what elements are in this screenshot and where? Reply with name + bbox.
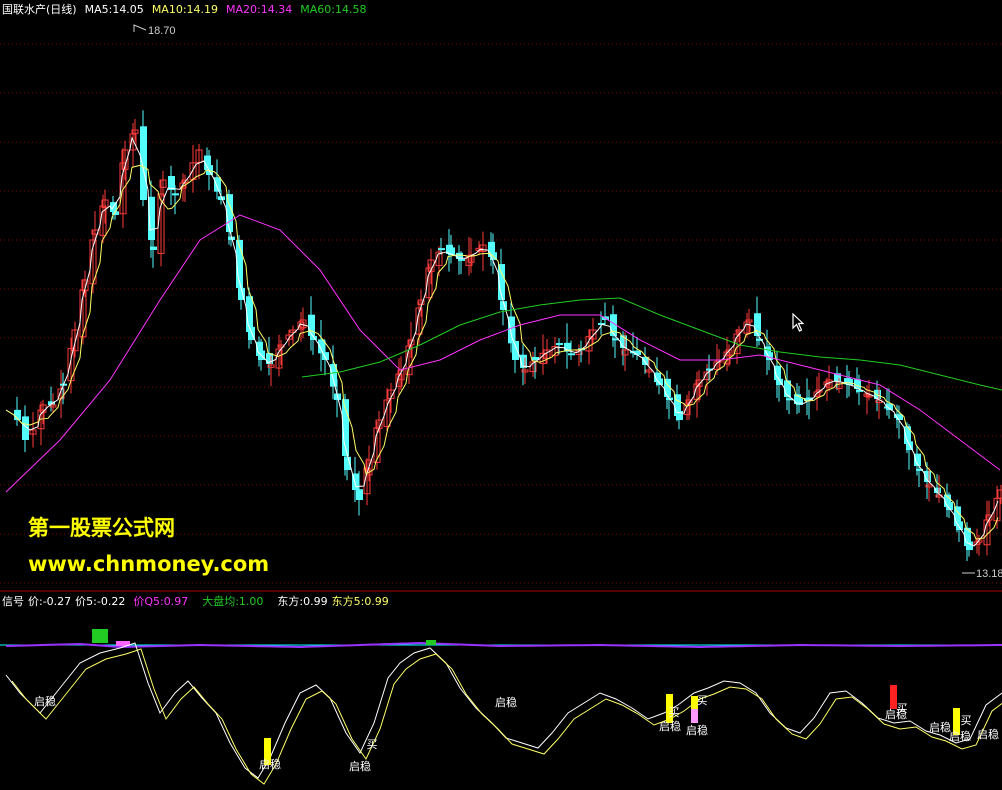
- candle-down: [140, 126, 147, 200]
- ma20-line: [5, 214, 1001, 493]
- signal-label: 启稳: [259, 757, 281, 771]
- candle-down: [512, 341, 519, 360]
- signal-label: 启稳: [929, 720, 951, 734]
- signal-label: 买: [367, 738, 378, 751]
- signal-label: 启稳: [686, 723, 708, 737]
- candlestick-chart[interactable]: 18.70 13.18: [0, 0, 1002, 592]
- ma20-value: MA20:14.34: [226, 3, 293, 16]
- signal-bar-pink: [691, 709, 698, 723]
- high-price-label: 18.70: [148, 25, 176, 37]
- signal-block-green: [426, 640, 436, 645]
- ma5-value: MA5:14.05: [84, 3, 144, 16]
- indicator-header: 信号 价:-0.27 价5:-0.22 价Q5:0.97 大盘均:1.00 东方:0.99…: [2, 595, 397, 609]
- candle-down: [214, 177, 221, 192]
- signal-label: 启稳: [349, 759, 371, 773]
- signal-label: 买: [669, 706, 680, 719]
- indicator-chart[interactable]: 启稳启稳 启稳买启稳启稳买启稳买启稳买启稳启稳买启稳: [0, 593, 1002, 790]
- price-value: 价:-0.27: [28, 595, 72, 608]
- candle-down: [656, 378, 663, 385]
- signal-label: 信号: [2, 595, 24, 608]
- candles-group: [14, 110, 1002, 561]
- candle-down: [458, 258, 465, 261]
- candle-down: [172, 193, 179, 196]
- high-marker: [133, 24, 147, 32]
- candle-down: [308, 314, 315, 336]
- candle-down: [568, 353, 575, 356]
- candle-down: [356, 489, 363, 500]
- main-chart-header: 国联水产(日线) MA5:14.05 MA10:14.19 MA20:14.34 MA6…: [2, 3, 374, 17]
- price-chart-panel[interactable]: 18.70 13.18: [0, 0, 1002, 592]
- priceq5-value: 价Q5:0.97: [133, 595, 189, 608]
- signal-label: 启稳: [34, 694, 56, 708]
- mouse-pointer-icon: [792, 313, 806, 333]
- stock-title: 国联水产(日线): [2, 3, 77, 16]
- watermark-url: www.chnmoney.com: [28, 552, 270, 576]
- candle-down: [150, 246, 157, 250]
- signal-label: 启稳: [949, 729, 971, 743]
- watermark-site-name: 第一股票公式网: [28, 516, 175, 540]
- candle-down: [438, 248, 445, 251]
- low-price-label: 13.18: [976, 568, 1002, 580]
- indicator-panel[interactable]: 启稳 启稳 启稳买启稳 启稳买启稳买启稳买启稳 启稳买启稳: [0, 593, 1002, 790]
- price5-line: [11, 648, 1002, 785]
- market-avg-value: 大盘均:1.00: [202, 595, 264, 608]
- signal-label: 启稳: [977, 727, 999, 741]
- candle-down: [796, 398, 803, 405]
- candle-down: [556, 343, 563, 346]
- price-line: [5, 642, 1002, 779]
- candle-down: [956, 521, 963, 530]
- signal-label: 买: [961, 714, 972, 727]
- candle-down: [634, 350, 641, 355]
- east5-value: 东方5:0.99: [331, 595, 389, 608]
- signal-label: 买: [697, 694, 708, 707]
- price5-value: 价5:-0.22: [75, 595, 126, 608]
- signal-label: 买: [897, 702, 908, 715]
- east-value: 东方:0.99: [277, 595, 328, 608]
- signal-block-green: [92, 629, 108, 643]
- signal-label: 启稳: [659, 719, 681, 733]
- ma60-value: MA60:14.58: [300, 3, 367, 16]
- ma10-value: MA10:14.19: [151, 3, 219, 16]
- candle-down: [784, 380, 791, 397]
- signal-label: 启稳: [495, 695, 517, 709]
